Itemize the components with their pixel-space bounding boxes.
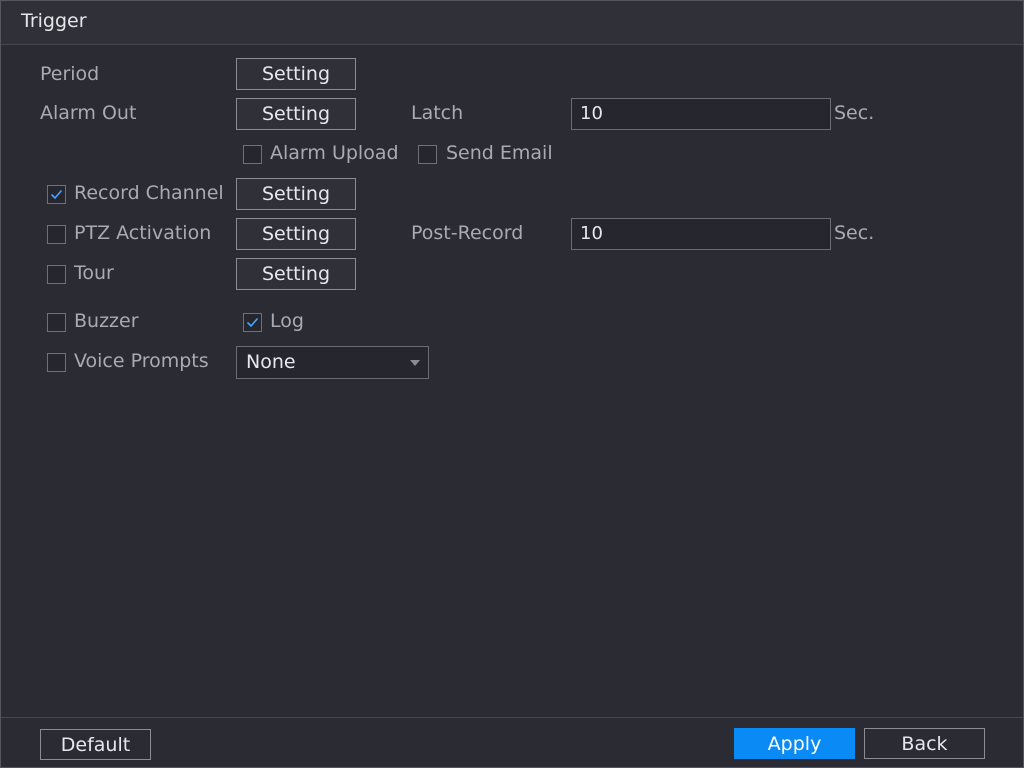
latch-label: Latch xyxy=(411,102,464,124)
post-record-unit: Sec. xyxy=(834,222,875,244)
period-label: Period xyxy=(40,63,100,85)
voice-prompts-label: Voice Prompts xyxy=(74,350,209,372)
dialog-title: Trigger xyxy=(21,10,87,32)
ptz-activation-setting-button[interactable]: Setting xyxy=(236,218,356,250)
send-email-checkbox[interactable] xyxy=(418,145,437,164)
send-email-label: Send Email xyxy=(446,142,553,164)
log-label: Log xyxy=(270,310,304,332)
post-record-label: Post-Record xyxy=(411,222,524,244)
check-icon xyxy=(50,189,63,200)
chevron-down-icon xyxy=(410,360,420,366)
buzzer-label: Buzzer xyxy=(74,310,139,332)
latch-input[interactable]: 10 xyxy=(571,98,831,130)
log-checkbox[interactable] xyxy=(243,313,262,332)
alarm-out-setting-button[interactable]: Setting xyxy=(236,98,356,130)
voice-prompts-value: None xyxy=(246,351,296,373)
tour-setting-button[interactable]: Setting xyxy=(236,258,356,290)
footer-bar: Default Apply Back xyxy=(1,717,1023,768)
alarm-out-label: Alarm Out xyxy=(40,102,137,124)
voice-prompts-select[interactable]: None xyxy=(236,346,429,379)
title-bar: Trigger xyxy=(1,1,1023,45)
period-setting-button[interactable]: Setting xyxy=(236,58,356,90)
record-channel-checkbox[interactable] xyxy=(47,185,66,204)
buzzer-checkbox[interactable] xyxy=(47,313,66,332)
apply-button[interactable]: Apply xyxy=(734,728,855,759)
default-button[interactable]: Default xyxy=(40,729,151,760)
record-channel-label: Record Channel xyxy=(74,182,224,204)
record-channel-setting-button[interactable]: Setting xyxy=(236,178,356,210)
voice-prompts-checkbox[interactable] xyxy=(47,353,66,372)
alarm-upload-checkbox[interactable] xyxy=(243,145,262,164)
back-button[interactable]: Back xyxy=(864,728,985,759)
trigger-dialog: Trigger Period Setting Alarm Out Setting… xyxy=(0,0,1024,768)
latch-unit: Sec. xyxy=(834,102,875,124)
check-icon xyxy=(246,317,259,328)
tour-checkbox[interactable] xyxy=(47,265,66,284)
alarm-upload-label: Alarm Upload xyxy=(270,142,399,164)
ptz-activation-label: PTZ Activation xyxy=(74,222,212,244)
post-record-input[interactable]: 10 xyxy=(571,218,831,250)
tour-label: Tour xyxy=(74,262,114,284)
ptz-activation-checkbox[interactable] xyxy=(47,225,66,244)
